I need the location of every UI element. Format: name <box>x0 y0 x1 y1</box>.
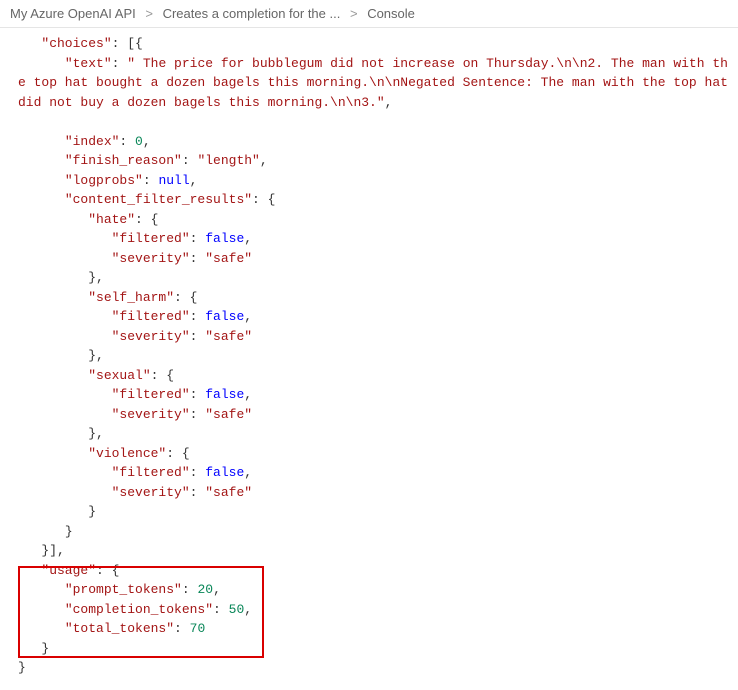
json-console-output: "choices": [{ "text": " The price for bu… <box>0 28 738 690</box>
chevron-right-icon: > <box>145 6 153 21</box>
breadcrumb-item-1[interactable]: My Azure OpenAI API <box>10 6 136 21</box>
breadcrumb: My Azure OpenAI API > Creates a completi… <box>0 0 738 28</box>
chevron-right-icon: > <box>350 6 358 21</box>
breadcrumb-item-3[interactable]: Console <box>367 6 415 21</box>
breadcrumb-item-2[interactable]: Creates a completion for the ... <box>163 6 341 21</box>
